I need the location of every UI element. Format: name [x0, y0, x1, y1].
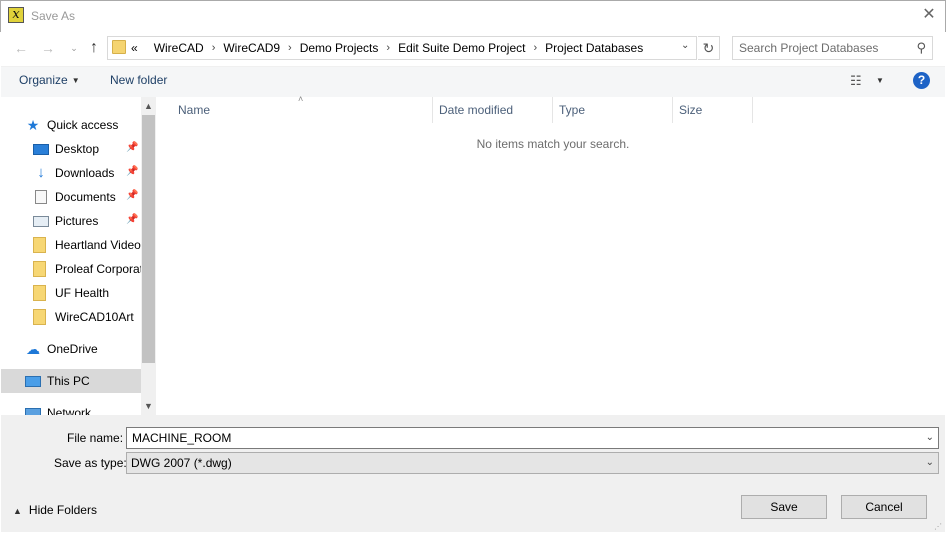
organize-label: Organize	[19, 73, 68, 87]
view-options-icon[interactable]: ☷	[850, 73, 862, 89]
folder-icon	[33, 261, 46, 277]
navigation-pane[interactable]: ★ Quick access Desktop ↓ Downloads Docum…	[1, 97, 156, 415]
title-bar	[0, 0, 946, 32]
column-header-size[interactable]: Size	[673, 97, 753, 123]
chevron-down-icon[interactable]: ⌄	[926, 457, 934, 468]
sidebar-item-label: Downloads	[55, 166, 115, 180]
refresh-icon[interactable]: ↻	[698, 36, 720, 60]
sidebar-item-onedrive[interactable]: ☁ OneDrive	[1, 337, 141, 361]
desktop-icon	[33, 143, 49, 155]
chevron-down-icon[interactable]: ⌄	[926, 432, 934, 443]
sidebar-item-uf-health[interactable]: UF Health	[1, 281, 141, 305]
network-icon	[25, 407, 41, 415]
sidebar-item-label: This PC	[47, 374, 90, 388]
file-name-input[interactable]	[132, 431, 912, 445]
resize-grip-icon[interactable]: ⋰	[934, 522, 942, 531]
chevron-down-icon: ▼	[71, 76, 80, 85]
search-icon[interactable]: ⚲	[916, 40, 926, 56]
sidebar-item-label: Network	[47, 406, 92, 415]
up-arrow-icon[interactable]: ↑	[83, 37, 105, 59]
breadcrumb: « WireCAD › WireCAD9 › Demo Projects › E…	[131, 40, 643, 56]
sidebar-item-label: Proleaf Corporat	[55, 262, 141, 276]
document-icon	[35, 190, 47, 204]
pin-icon: 📌	[126, 190, 139, 201]
hide-folders-label: Hide Folders	[28, 503, 97, 517]
sidebar-item-label: WireCAD10Art	[55, 310, 134, 324]
sidebar-item-documents[interactable]: Documents	[1, 185, 141, 209]
pin-icon: 📌	[126, 142, 139, 153]
file-name-combobox[interactable]: ⌄	[126, 427, 939, 449]
window-title: Save As	[31, 9, 76, 23]
sidebar-item-proleaf-corporat[interactable]: Proleaf Corporat	[1, 257, 141, 281]
computer-icon	[25, 375, 41, 387]
app-icon: x	[8, 7, 24, 23]
organize-button[interactable]: Organize ▼	[19, 73, 80, 87]
empty-message: No items match your search.	[476, 137, 630, 151]
breadcrumb-item[interactable]: WireCAD9	[223, 41, 280, 55]
sidebar-item-this-pc[interactable]: This PC	[1, 369, 141, 393]
new-folder-button[interactable]: New folder	[110, 73, 167, 87]
breadcrumb-item[interactable]: Project Databases	[545, 41, 643, 55]
sidebar-item-label: Pictures	[55, 214, 99, 228]
scroll-up-icon[interactable]: ▲	[141, 99, 156, 113]
pin-icon: 📌	[126, 166, 139, 177]
cancel-button[interactable]: Cancel	[841, 495, 927, 519]
folder-icon	[33, 237, 46, 253]
close-icon[interactable]: ✕	[916, 4, 942, 26]
picture-icon	[33, 215, 49, 227]
download-icon: ↓	[37, 164, 45, 181]
hide-folders-button[interactable]: ▲ Hide Folders	[13, 503, 97, 517]
sidebar-item-label: Desktop	[55, 142, 100, 156]
sidebar-item-quick-access[interactable]: ★ Quick access	[1, 113, 141, 137]
chevron-up-icon: ▲	[13, 506, 22, 516]
sidebar-item-label: OneDrive	[47, 342, 98, 356]
cloud-icon: ☁	[26, 341, 40, 357]
address-dropdown-chevron-icon[interactable]: ⌄	[681, 40, 689, 51]
back-arrow-icon[interactable]: ←	[10, 37, 32, 59]
folder-icon	[33, 309, 46, 325]
breadcrumb-item[interactable]: WireCAD	[154, 41, 204, 55]
chevron-down-icon[interactable]: ▼	[876, 76, 884, 85]
breadcrumb-separator[interactable]: ›	[212, 42, 216, 54]
save-as-type-value: DWG 2007 (*.dwg)	[131, 456, 232, 470]
column-header-date-modified[interactable]: Date modified	[433, 97, 553, 123]
search-box[interactable]: ⚲	[732, 36, 933, 60]
help-icon[interactable]: ?	[913, 72, 930, 89]
forward-arrow-icon[interactable]: →	[37, 37, 59, 59]
breadcrumb-separator[interactable]: ›	[386, 42, 390, 54]
save-as-type-label: Save as type:	[54, 456, 127, 470]
sidebar-item-downloads[interactable]: ↓ Downloads	[1, 161, 141, 185]
breadcrumb-separator[interactable]: ›	[533, 42, 537, 54]
column-header-type[interactable]: Type	[553, 97, 673, 123]
save-as-type-select[interactable]: DWG 2007 (*.dwg) ⌄	[126, 452, 939, 474]
folder-icon	[112, 40, 126, 54]
sort-caret-icon: ˄	[298, 94, 304, 104]
sidebar-item-label: Documents	[55, 190, 116, 204]
sidebar-item-wirecad10art[interactable]: WireCAD10Art	[1, 305, 141, 329]
pin-icon: 📌	[126, 214, 139, 225]
scrollbar-thumb[interactable]	[142, 115, 155, 363]
sidebar-item-desktop[interactable]: Desktop	[1, 137, 141, 161]
sidebar-item-heartland-video[interactable]: Heartland Video	[1, 233, 141, 257]
breadcrumb-separator[interactable]: ›	[288, 42, 292, 54]
file-list[interactable]: Name Date modified Type Size ˄ No items …	[158, 94, 945, 415]
breadcrumb-overflow[interactable]: «	[131, 41, 138, 55]
breadcrumb-item[interactable]: Demo Projects	[300, 41, 379, 55]
sidebar-item-label: Heartland Video	[55, 238, 141, 252]
folder-icon	[33, 285, 46, 301]
star-icon: ★	[26, 117, 40, 133]
nav-scrollbar[interactable]: ▲ ▼	[141, 97, 156, 415]
sidebar-item-network[interactable]: Network	[1, 401, 141, 415]
scroll-down-icon[interactable]: ▼	[141, 399, 156, 413]
sidebar-item-label: UF Health	[55, 286, 110, 300]
sidebar-item-label: Quick access	[47, 118, 119, 132]
breadcrumb-item[interactable]: Edit Suite Demo Project	[398, 41, 525, 55]
save-button[interactable]: Save	[741, 495, 827, 519]
sidebar-item-pictures[interactable]: Pictures	[1, 209, 141, 233]
recent-locations-chevron-icon[interactable]: ⌄	[63, 37, 85, 59]
search-input[interactable]	[739, 41, 909, 55]
file-name-label: File name:	[67, 431, 124, 445]
